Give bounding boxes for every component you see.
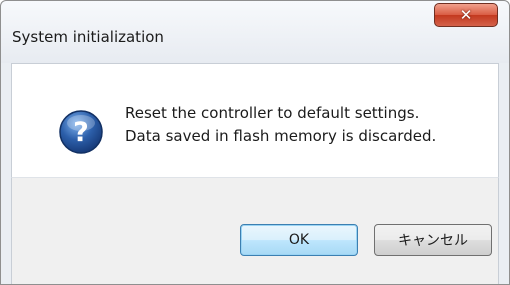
ok-button[interactable]: OK	[240, 224, 358, 256]
button-bar: OK キャンセル	[11, 177, 499, 284]
title-bar[interactable]: System initialization ✕	[1, 1, 509, 63]
dialog-message: Reset the controller to default settings…	[125, 102, 436, 148]
close-button[interactable]: ✕	[434, 3, 498, 27]
dialog-window: System initialization ✕ ? Reset the cont…	[0, 0, 510, 285]
message-area: ? Reset the controller to default settin…	[11, 63, 499, 177]
message-line-1: Reset the controller to default settings…	[125, 104, 420, 122]
dialog-title: System initialization	[12, 28, 164, 46]
message-line-2: Data saved in flash memory is discarded.	[125, 127, 437, 145]
cancel-button[interactable]: キャンセル	[374, 224, 492, 256]
svg-text:?: ?	[73, 117, 89, 148]
question-icon: ?	[58, 109, 104, 155]
close-icon: ✕	[459, 6, 473, 24]
